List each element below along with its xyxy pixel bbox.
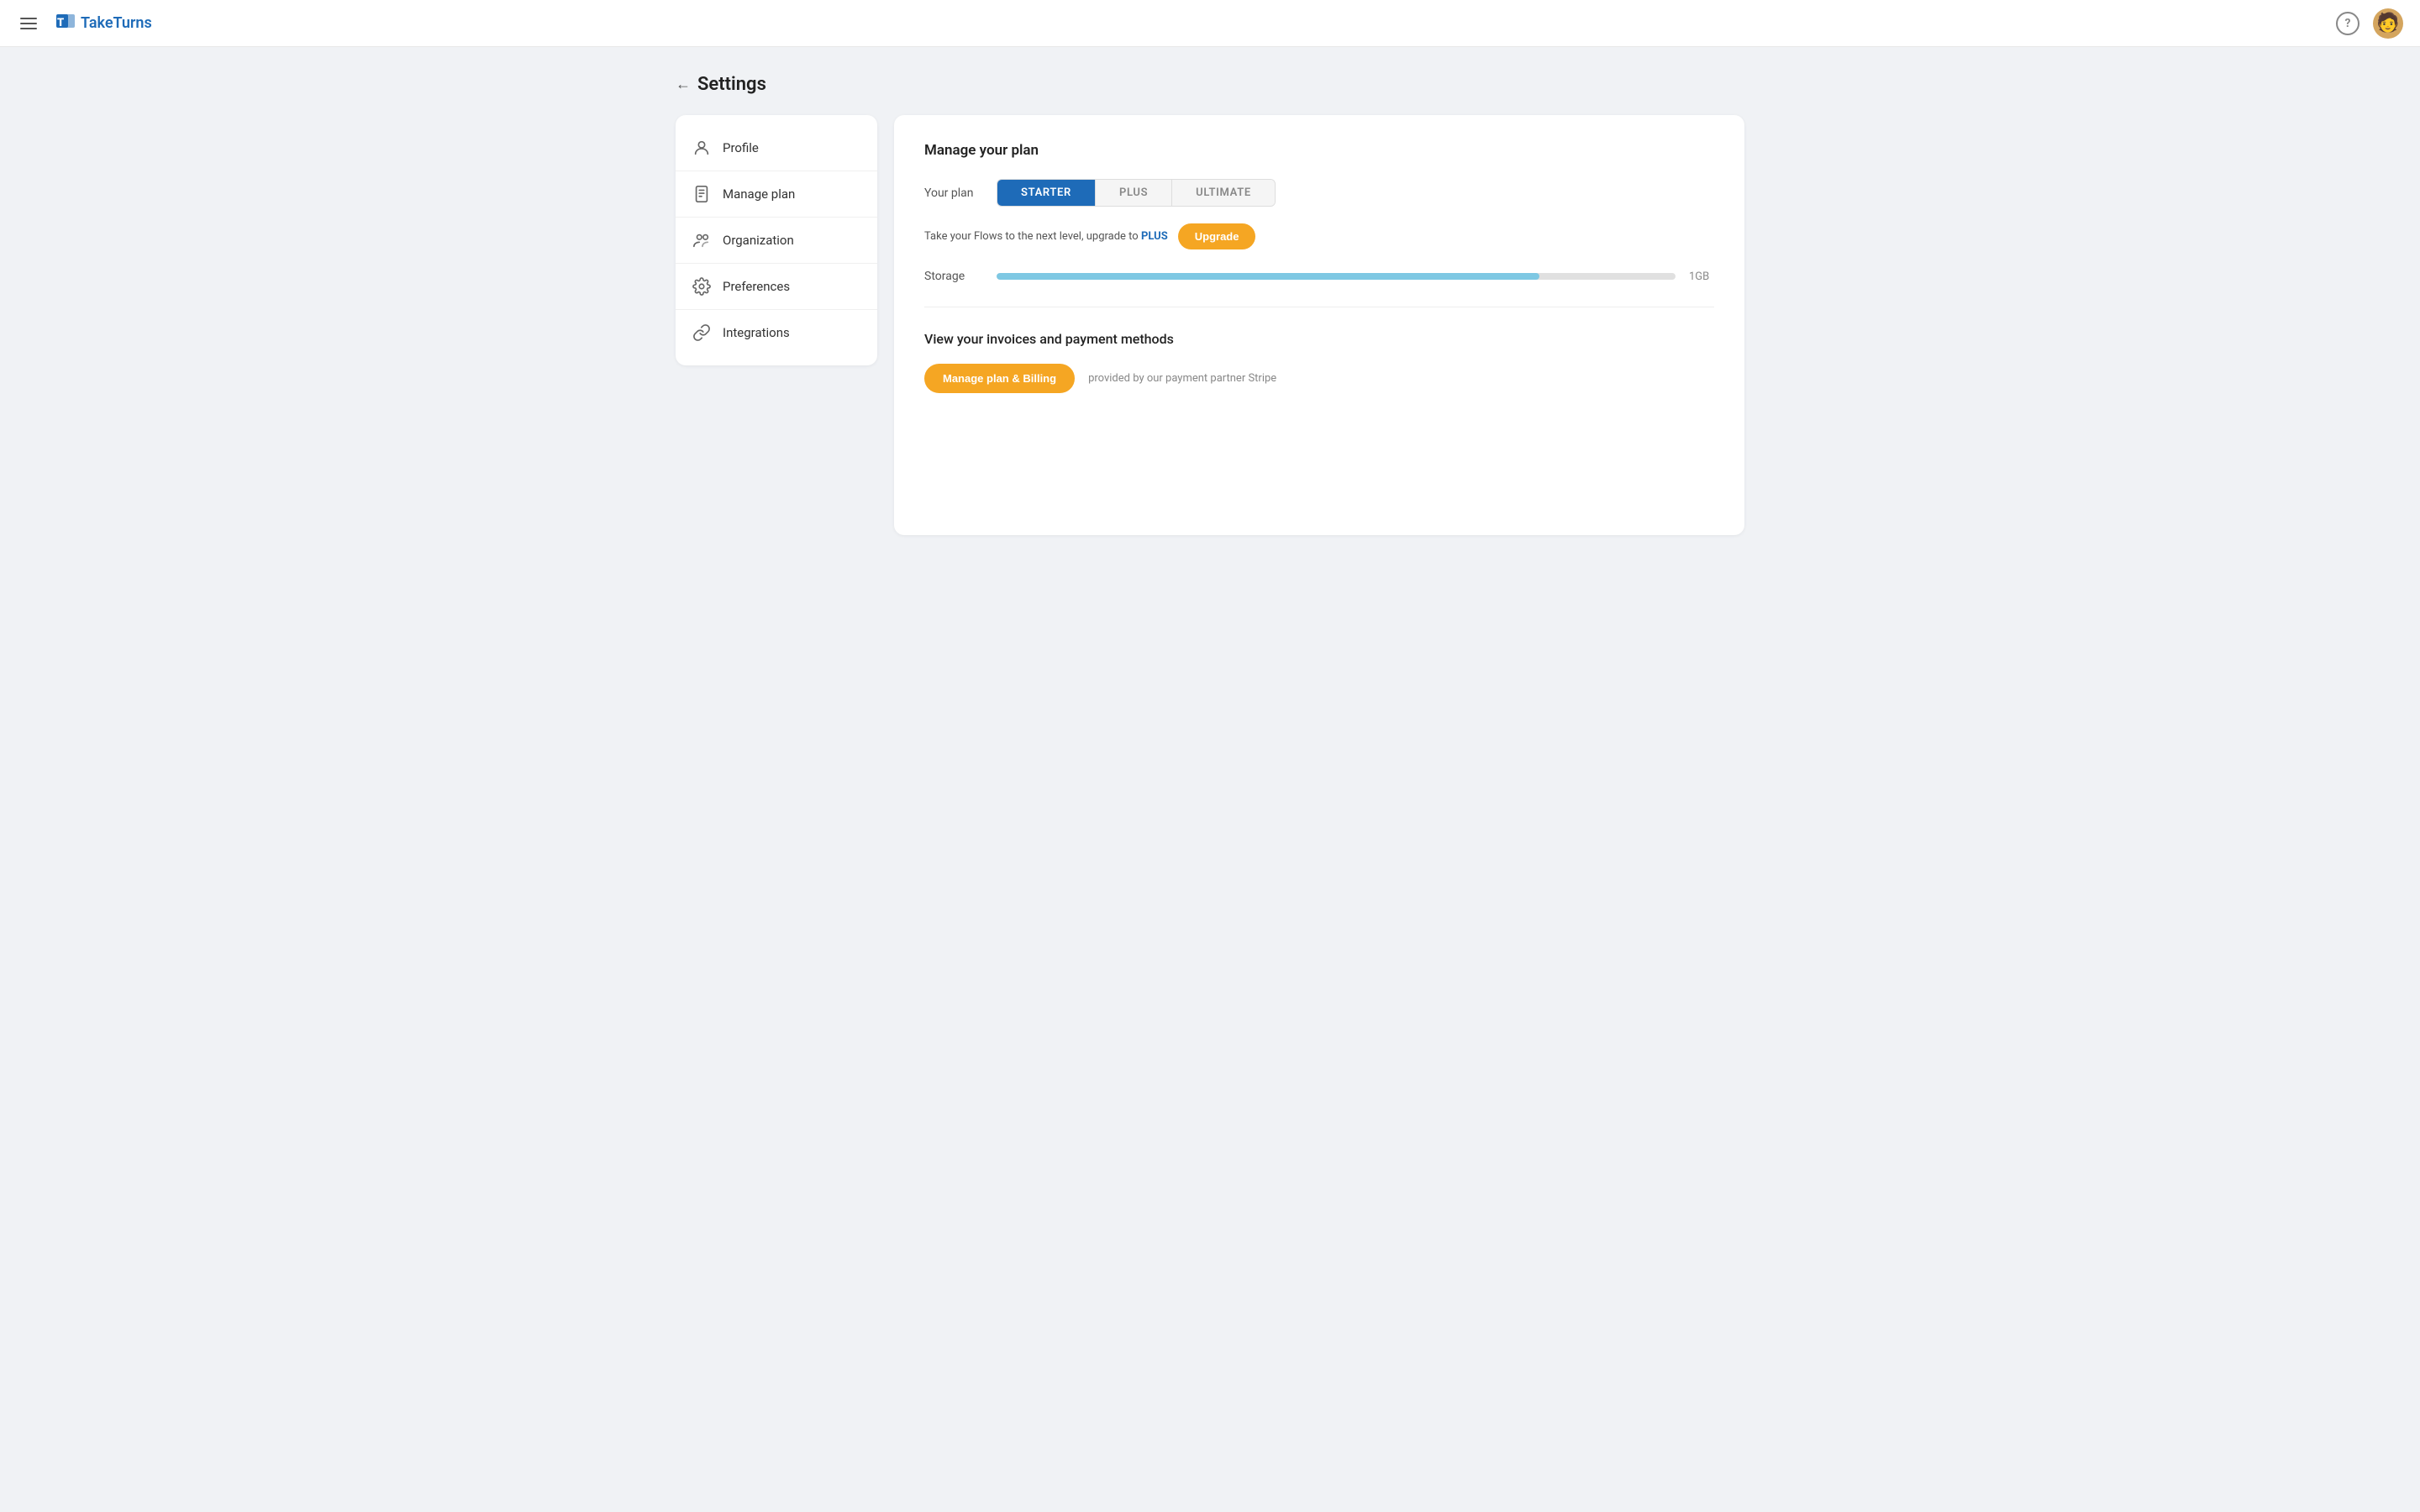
logo-link[interactable]: T TakeTurns [54, 9, 152, 38]
plan-tab-ultimate[interactable]: ULTIMATE [1172, 180, 1275, 206]
sidebar-organization-label: Organization [723, 233, 794, 248]
sidebar-item-organization[interactable]: Organization [676, 218, 877, 264]
settings-sidebar: Profile Manage plan [676, 115, 877, 365]
storage-bar-container [997, 273, 1676, 280]
storage-row: Storage 1GB [924, 270, 1714, 283]
manage-billing-button[interactable]: Manage plan & Billing [924, 364, 1075, 393]
billing-section-title: View your invoices and payment methods [924, 331, 1714, 347]
nav-right: ? 🧑 [2336, 8, 2403, 39]
nav-left: T TakeTurns [17, 9, 152, 38]
plan-row-label: Your plan [924, 186, 983, 200]
plan-tabs: STARTER PLUS ULTIMATE [997, 179, 1276, 207]
page-content: ← Settings Profile [655, 47, 1765, 562]
back-button[interactable]: ← [676, 76, 691, 93]
manage-plan-icon [692, 185, 711, 203]
storage-label: Storage [924, 270, 983, 283]
organization-icon [692, 231, 711, 249]
avatar-figure: 🧑 [2376, 14, 2399, 33]
main-layout: Profile Manage plan [676, 115, 1744, 535]
top-navigation: T TakeTurns ? 🧑 [0, 0, 2420, 47]
logo-icon: T [54, 9, 77, 38]
upgrade-description: Take your Flows to the next level, upgra… [924, 230, 1168, 243]
billing-note: provided by our payment partner Stripe [1088, 372, 1276, 385]
logo-text: TakeTurns [81, 14, 152, 32]
billing-row: Manage plan & Billing provided by our pa… [924, 364, 1714, 393]
user-avatar[interactable]: 🧑 [2373, 8, 2403, 39]
plan-row: Your plan STARTER PLUS ULTIMATE [924, 179, 1714, 207]
help-button[interactable]: ? [2336, 12, 2360, 35]
upgrade-button[interactable]: Upgrade [1178, 223, 1256, 249]
storage-bar-fill [997, 273, 1539, 280]
manage-plan-title: Manage your plan [924, 142, 1714, 159]
plan-tab-plus[interactable]: PLUS [1096, 180, 1172, 206]
sidebar-item-preferences[interactable]: Preferences [676, 264, 877, 310]
storage-size: 1GB [1689, 270, 1714, 283]
sidebar-preferences-label: Preferences [723, 279, 790, 294]
sidebar-profile-label: Profile [723, 140, 759, 155]
main-panel: Manage your plan Your plan STARTER PLUS … [894, 115, 1744, 535]
page-title: Settings [697, 74, 766, 95]
back-header: ← Settings [676, 74, 1744, 95]
hamburger-menu-button[interactable] [17, 14, 40, 33]
sidebar-item-manage-plan[interactable]: Manage plan [676, 171, 877, 218]
upgrade-row: Take your Flows to the next level, upgra… [924, 223, 1714, 249]
plan-tab-starter[interactable]: STARTER [997, 180, 1096, 206]
sidebar-manage-plan-label: Manage plan [723, 186, 795, 202]
sidebar-integrations-label: Integrations [723, 325, 790, 340]
svg-text:T: T [57, 17, 64, 29]
profile-icon [692, 139, 711, 157]
preferences-icon [692, 277, 711, 296]
sidebar-item-profile[interactable]: Profile [676, 125, 877, 171]
integrations-icon [692, 323, 711, 342]
sidebar-item-integrations[interactable]: Integrations [676, 310, 877, 355]
